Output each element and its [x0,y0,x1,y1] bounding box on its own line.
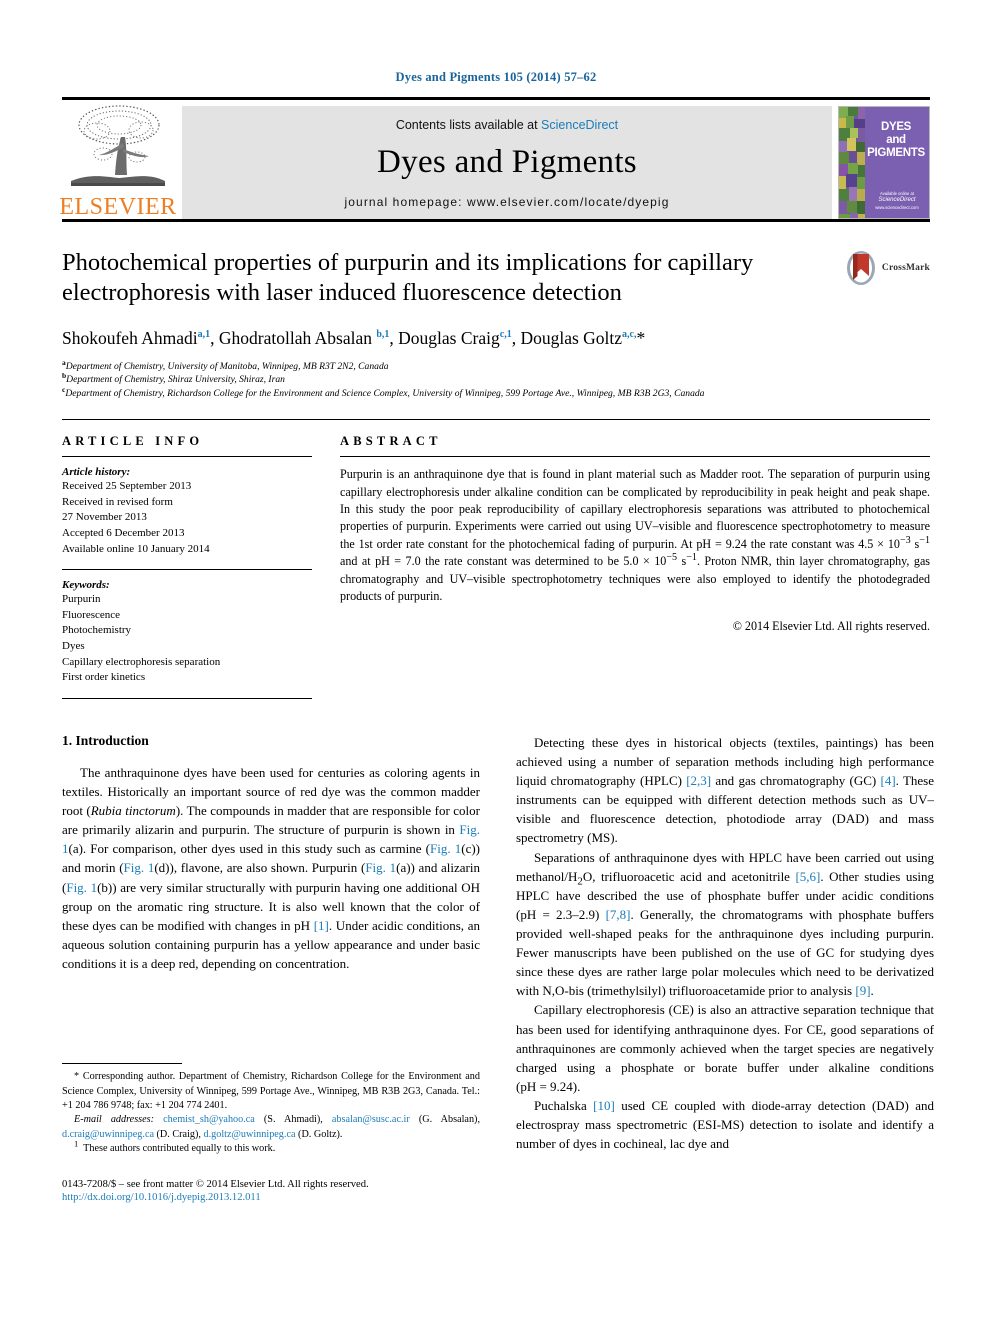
body-paragraph: Capillary electrophoresis (CE) is also a… [516,1002,934,1094]
body-paragraph: The anthraquinone dyes have been used fo… [62,764,480,972]
keyword-item: Dyes [62,640,85,653]
article-page: Dyes and Pigments 105 (2014) 57–62 ELSEV… [0,0,992,1323]
elsevier-tree-icon [67,99,169,194]
body-paragraph: Detecting these dyes in historical objec… [516,734,934,846]
cover-title-line-3: PIGMENTS [867,146,925,159]
article-info-heading: ARTICLE INFO [62,434,204,449]
body-column-left: 1. Introduction The anthraquinone dyes h… [62,733,480,1203]
article-info-rule [62,456,312,458]
journal-masthead: ELSEVIER Contents lists available at Sci… [59,97,930,220]
journal-homepage[interactable]: journal homepage: www.elsevier.com/locat… [345,195,670,209]
article-history-item: Accepted 6 December 2013 [62,527,185,540]
footnote-equal-contribution: 1 These authors contributed equally to t… [74,1139,276,1155]
footnote-rule [62,1063,182,1065]
journal-band: Contents lists available at ScienceDirec… [182,106,832,219]
body-column-right: Detecting these dyes in historical objec… [516,733,934,1203]
page-title: Photochemical properties of purpurin and… [62,249,754,307]
body-paragraph: Puchalska [10] used CE coupled with diod… [516,1098,934,1152]
elsevier-logo: ELSEVIER [59,105,177,220]
author-list: Shokoufeh Ahmadia,1, Ghodratollah Absala… [62,327,646,348]
abstract-heading: ABSTRACT [340,434,442,449]
article-info-column: ARTICLE INFO Article history: Received 2… [62,434,312,699]
title-block: Photochemical properties of purpurin and… [62,248,930,401]
footnote-block: * Corresponding author. Department of Ch… [62,1063,480,1203]
journal-title: Dyes and Pigments [377,144,637,180]
contents-prefix: Contents lists available at [395,118,542,132]
affiliation-c: cDepartment of Chemistry, Richardson Col… [62,386,930,401]
abstract-column: ABSTRACT Purpurin is an anthraquinone dy… [340,434,930,699]
body-paragraph: Separations of anthraquinone dyes with H… [516,849,934,999]
cover-title: DYES and PIGMENTS [867,121,925,160]
abstract-copyright: © 2014 Elsevier Ltd. All rights reserved… [732,619,930,634]
cover-foot-brand: ScienceDirect [878,196,916,203]
contents-line: Contents lists available at ScienceDirec… [396,118,618,132]
crossmark-label: CrossMark [881,263,930,273]
keyword-item: Purpurin [62,593,101,606]
issn-line: 0143-7208/$ – see front matter © 2014 El… [62,1178,369,1190]
affiliation-text-b: Department of Chemistry, Shiraz Universi… [66,374,285,386]
doi-link[interactable]: http://dx.doi.org/10.1016/j.dyepig.2013.… [62,1192,480,1203]
info-abstract-section: ARTICLE INFO Article history: Received 2… [62,420,930,699]
article-history-item: Available online 10 January 2014 [62,542,210,555]
elsevier-wordmark: ELSEVIER [59,194,177,220]
article-history-label: Article history: [62,466,131,479]
affiliation-b: bDepartment of Chemistry, Shiraz Univers… [62,372,930,387]
cover-title-line-1: DYES [880,121,912,133]
keyword-item: First order kinetics [62,671,146,684]
crossmark-icon [846,251,875,285]
affiliation-a: aDepartment of Chemistry, University of … [62,358,930,374]
affiliation-text-a: Department of Chemistry, University of M… [65,360,389,372]
crossmark-badge[interactable]: CrossMark [844,250,930,286]
affiliation-list: aDepartment of Chemistry, University of … [62,358,930,402]
affiliation-text-c: Department of Chemistry, Richardson Coll… [65,388,705,400]
keyword-item: Fluorescence [62,608,121,621]
abstract-text: Purpurin is an anthraquinone dye that is… [340,467,931,604]
footnote-corresponding-author: * Corresponding author. Department of Ch… [62,1071,480,1111]
sciencedirect-link[interactable]: ScienceDirect [541,118,618,132]
keyword-item: Photochemistry [62,624,132,637]
cover-footer: Available online at ScienceDirect www.sc… [869,191,925,210]
issn-block: 0143-7208/$ – see front matter © 2014 El… [62,1179,480,1203]
running-head: Dyes and Pigments 105 (2014) 57–62 [395,70,597,84]
keywords-label: Keywords: [62,579,110,592]
keyword-item: Capillary electrophoresis separation [62,655,221,668]
footnote-email-addresses: E-mail addresses: chemist_sh@yahoo.ca (S… [62,1114,480,1140]
cover-foot-url: www.sciencedirect.com [875,204,919,210]
masthead-bottom-rule [62,219,930,222]
cover-mosaic-pattern [839,107,865,218]
article-history-item: Received 25 September 2013 [62,480,192,493]
abstract-rule [340,456,930,458]
article-history-item: 27 November 2013 [62,511,147,524]
cover-title-line-2: and [886,133,906,146]
journal-cover-thumbnail: DYES and PIGMENTS Available online at Sc… [838,106,930,219]
article-info-bottom-rule [62,697,312,699]
keywords-rule [62,569,312,571]
article-history-item: Received in revised form [62,495,173,508]
body-columns: 1. Introduction The anthraquinone dyes h… [62,733,934,1203]
section-heading-introduction: 1. Introduction [62,732,149,748]
